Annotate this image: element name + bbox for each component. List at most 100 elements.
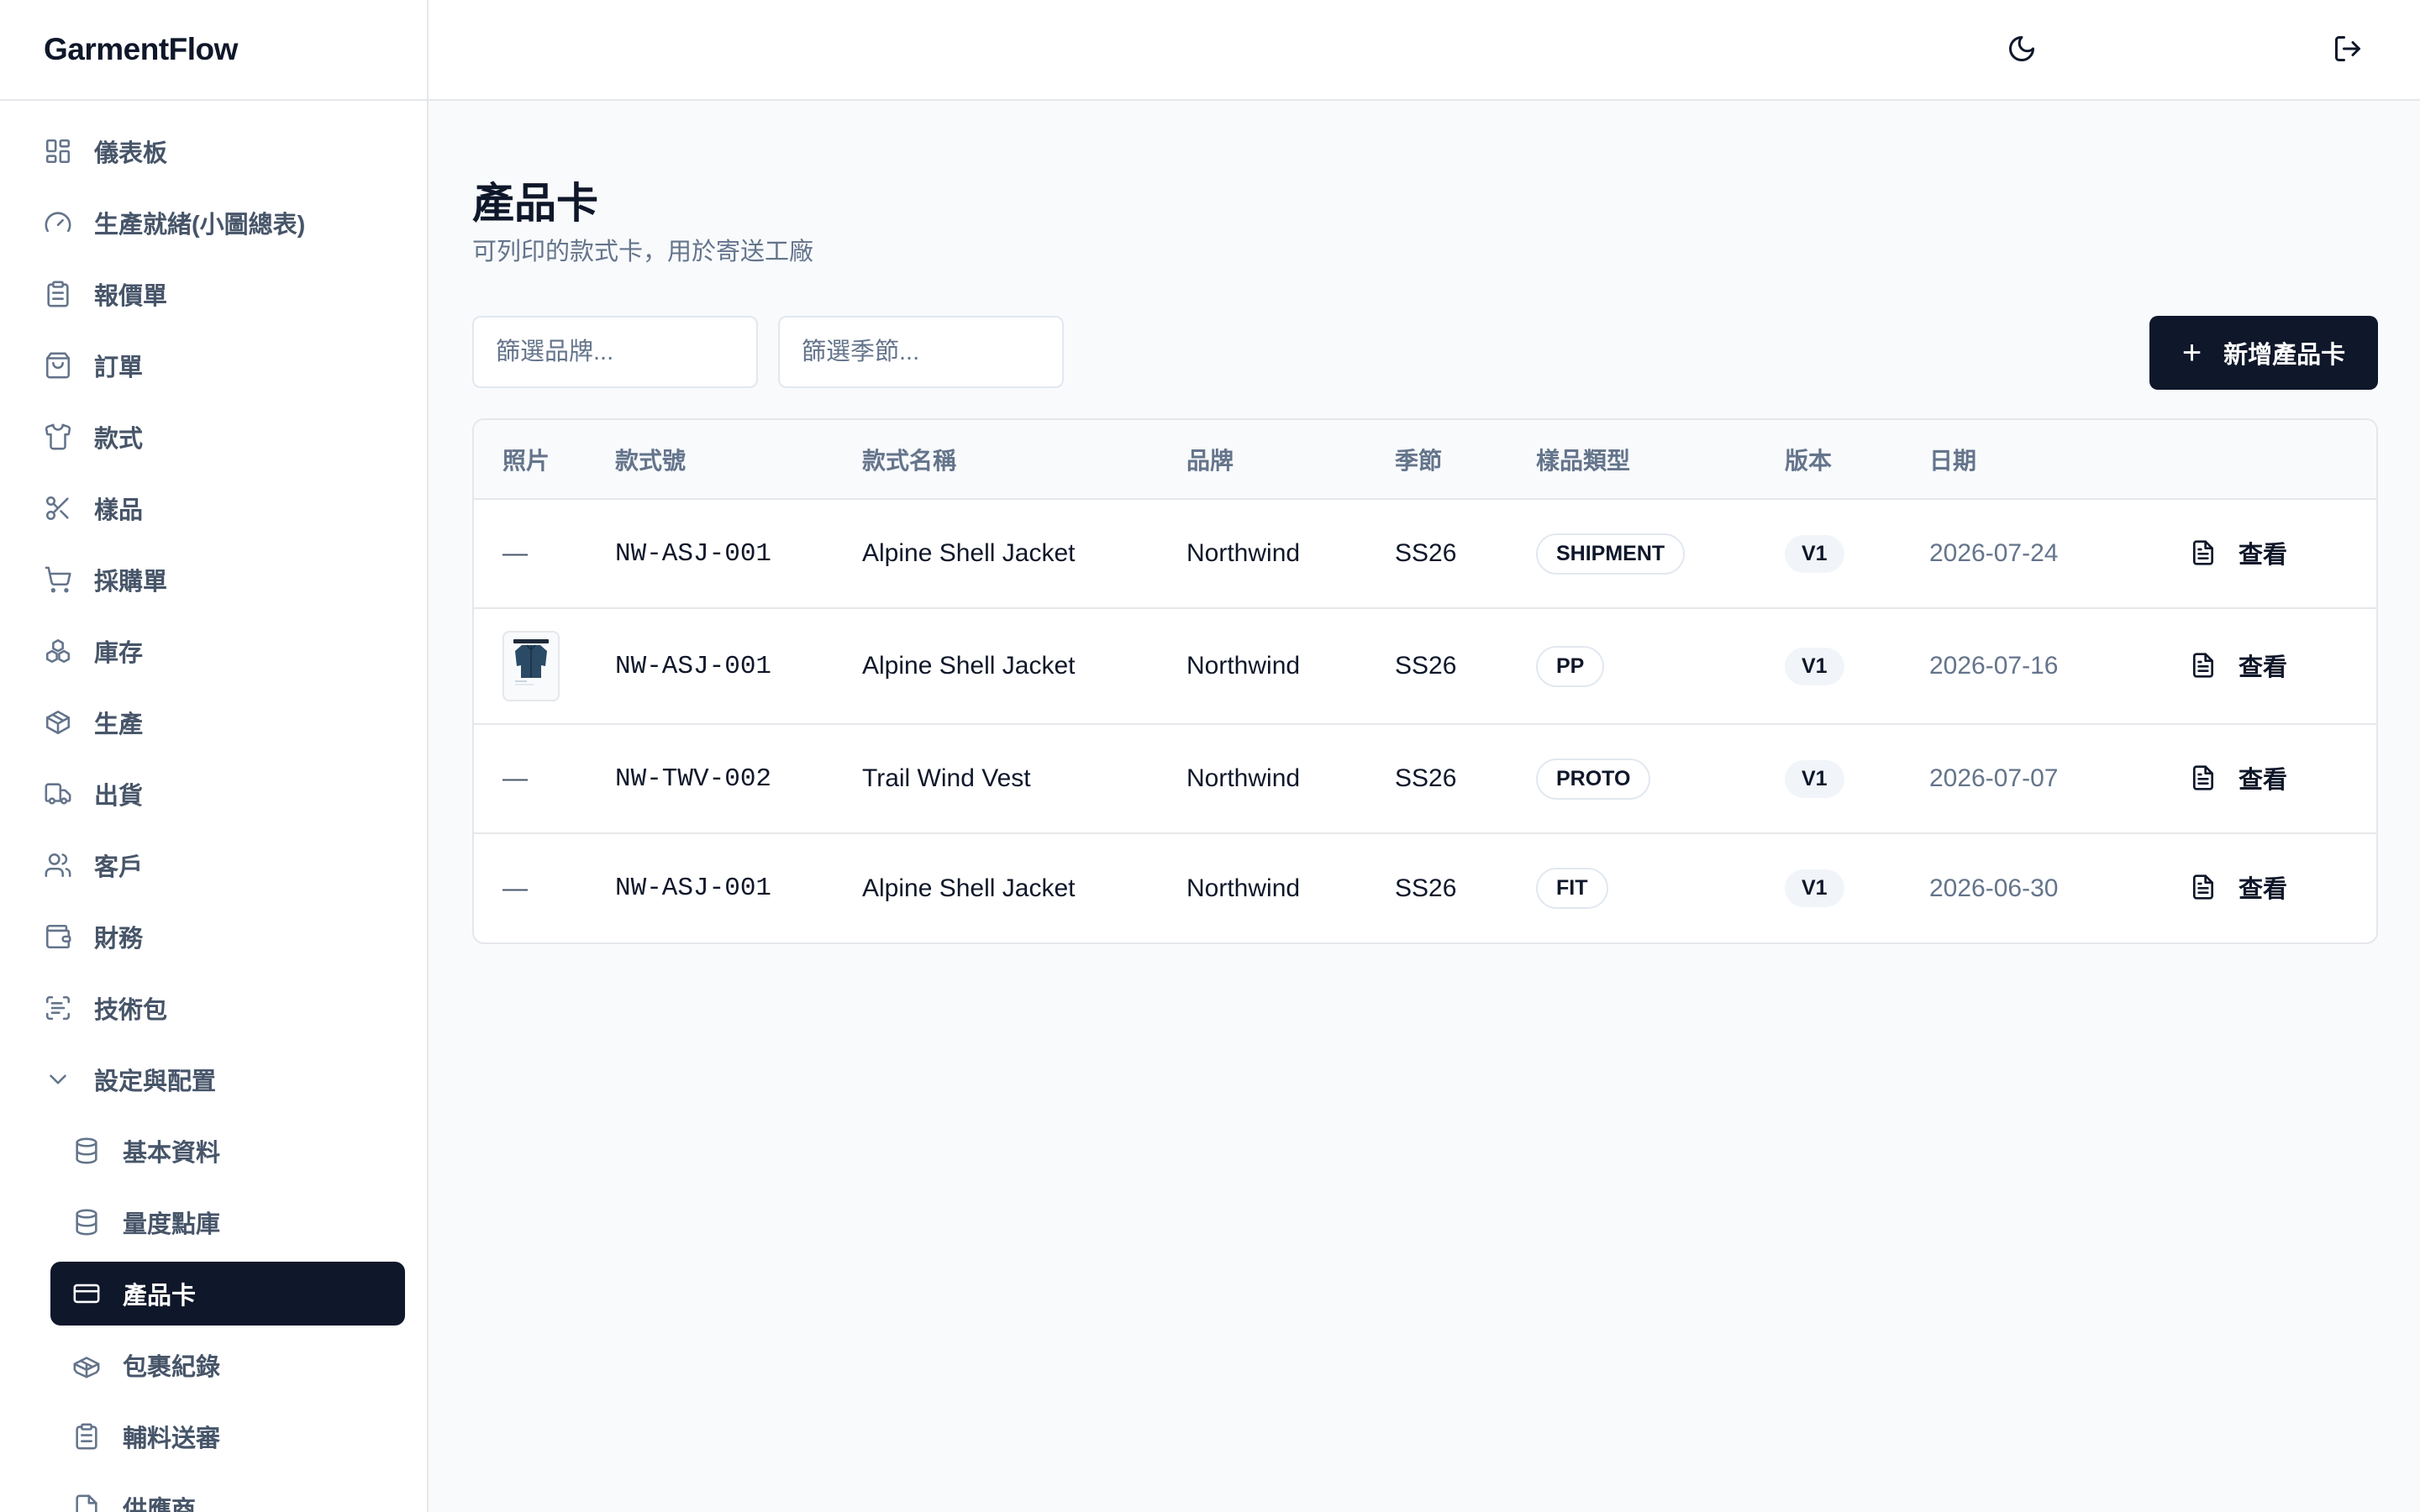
sidebar-item-label: 儀表板 xyxy=(94,140,168,167)
sidebar-item-label: 輔料送審 xyxy=(123,1425,221,1452)
logout-icon xyxy=(2333,34,2363,68)
sidebar-item-label: 客戶 xyxy=(94,854,144,881)
column-header-date[interactable]: 日期 xyxy=(1901,420,2161,500)
sidebar-item-label: 包裹紀錄 xyxy=(123,1354,221,1381)
column-header-season[interactable]: 季節 xyxy=(1366,420,1507,500)
theme-toggle-button[interactable] xyxy=(2002,30,2042,71)
sample-type-badge: PP xyxy=(1536,645,1605,687)
column-header-brand[interactable]: 品牌 xyxy=(1158,420,1366,500)
style-name: Trail Wind Vest xyxy=(834,724,1158,834)
sidebar-item-orders[interactable]: 訂單 xyxy=(22,333,405,397)
column-header-version[interactable]: 版本 xyxy=(1756,420,1901,500)
card-icon xyxy=(72,1279,101,1308)
view-button[interactable]: 查看 xyxy=(2190,869,2287,905)
sidebar-item-label: 技術包 xyxy=(94,997,168,1024)
view-label: 查看 xyxy=(2238,654,2288,681)
brand-name: Northwind xyxy=(1158,724,1366,834)
sidebar-subitem-product-cards[interactable]: 產品卡 xyxy=(50,1262,405,1326)
column-header-style-no[interactable]: 款式號 xyxy=(587,420,834,500)
plus-icon: + xyxy=(2181,334,2202,371)
file-text-icon xyxy=(2193,539,2213,565)
actions-cell: 查看 xyxy=(2161,724,2376,834)
version-badge: V1 xyxy=(1785,869,1844,907)
view-button[interactable]: 查看 xyxy=(2190,535,2287,570)
dashboard-grid-icon xyxy=(44,137,72,165)
view-button[interactable]: 查看 xyxy=(2190,648,2287,683)
season: SS26 xyxy=(1366,608,1507,725)
brand-name: Northwind xyxy=(1186,874,1301,902)
chevron-down-icon xyxy=(44,1065,72,1094)
sidebar-subitem-measurement-library[interactable]: 量度點庫 xyxy=(50,1190,405,1254)
sidebar-item-label: 生產就緒(小圖總表) xyxy=(94,212,306,239)
style-name: Alpine Shell Jacket xyxy=(862,874,1076,902)
version-cell: V1 xyxy=(1756,499,1901,609)
brand-name: Northwind xyxy=(1158,608,1366,725)
sample-type-badge: FIT xyxy=(1536,868,1608,909)
card-date: 2026-07-07 xyxy=(1901,724,2161,834)
sidebar-item-production[interactable]: 生產 xyxy=(22,690,405,754)
sidebar-item-customers[interactable]: 客戶 xyxy=(22,833,405,897)
boxes-icon xyxy=(44,637,72,665)
column-header-style-name[interactable]: 款式名稱 xyxy=(834,420,1158,500)
table-row: — NW-ASJ-001 Alpine Shell Jacket Northwi… xyxy=(474,499,2376,609)
sidebar-item-inventory[interactable]: 庫存 xyxy=(22,619,405,683)
sidebar-subitem-master-data[interactable]: 基本資料 xyxy=(50,1119,405,1183)
sidebar-nav: 儀表板 生產就緒(小圖總表) 報價單 訂單 款式 樣品 採購單 庫存 生產 出貨… xyxy=(0,101,427,1512)
sidebar-item-shipping[interactable]: 出貨 xyxy=(22,762,405,826)
moon-icon xyxy=(2007,34,2037,68)
main-content: 產品卡 可列印的款式卡，用於寄送工廠 + 新增產品卡 照片 款式號 xyxy=(472,101,2378,944)
sidebar-item-purchase-orders[interactable]: 採購單 xyxy=(22,548,405,612)
package-icon xyxy=(44,708,72,737)
database-icon xyxy=(72,1208,101,1236)
column-header-photo: 照片 xyxy=(474,420,587,500)
sidebar-item-production-ready[interactable]: 生產就緒(小圖總表) xyxy=(22,191,405,255)
style-number: NW-TWV-002 xyxy=(587,724,834,834)
logout-button[interactable] xyxy=(2328,30,2368,71)
sidebar-item-finance[interactable]: 財務 xyxy=(22,905,405,969)
sidebar-item-label: 庫存 xyxy=(94,640,144,667)
view-button[interactable]: 查看 xyxy=(2190,760,2287,795)
season-filter-input[interactable] xyxy=(778,316,1064,388)
sidebar-subitem-parcel-records[interactable]: 包裹紀錄 xyxy=(50,1333,405,1397)
style-number: NW-ASJ-001 xyxy=(587,499,834,609)
photo-placeholder: — xyxy=(502,874,528,902)
product-cards-table: 照片 款式號 款式名稱 品牌 季節 樣品類型 版本 日期 — NW-ASJ-00… xyxy=(474,420,2376,942)
sidebar-subitem-suppliers[interactable]: 供應商 xyxy=(50,1476,405,1512)
sidebar-item-styles[interactable]: 款式 xyxy=(22,405,405,469)
column-header-sample-type[interactable]: 樣品類型 xyxy=(1507,420,1756,500)
sidebar-item-quotes[interactable]: 報價單 xyxy=(22,262,405,326)
version-badge: V1 xyxy=(1785,534,1844,573)
sample-type-cell: FIT xyxy=(1507,833,1756,942)
version-cell: V1 xyxy=(1756,833,1901,942)
jacket-image xyxy=(513,639,549,685)
sidebar-item-tech-pack[interactable]: 技術包 xyxy=(22,976,405,1040)
file-text-icon xyxy=(2193,764,2213,790)
sidebar-item-label: 供應商 xyxy=(123,1497,197,1512)
style-number: NW-ASJ-001 xyxy=(587,608,834,725)
table-row: — NW-TWV-002 Trail Wind Vest Northwind S… xyxy=(474,724,2376,834)
sidebar-item-dashboard[interactable]: 儀表板 xyxy=(22,119,405,183)
sample-type-badge: SHIPMENT xyxy=(1536,533,1686,575)
shirt-icon xyxy=(44,423,72,451)
version-cell: V1 xyxy=(1756,724,1901,834)
sidebar-item-samples[interactable]: 樣品 xyxy=(22,476,405,540)
page-subtitle: 可列印的款式卡，用於寄送工廠 xyxy=(472,239,814,265)
card-date: 2026-06-30 xyxy=(1929,874,2059,902)
jacket-thumbnail[interactable] xyxy=(502,631,560,701)
page-title: 產品卡 xyxy=(472,180,598,227)
users-icon xyxy=(44,851,72,879)
brand-name: Northwind xyxy=(1158,499,1366,609)
brand-logo[interactable]: GarmentFlow xyxy=(0,0,427,101)
sidebar-subitem-trim-approval[interactable]: 輔料送審 xyxy=(50,1404,405,1468)
clipboard-icon xyxy=(44,280,72,308)
table-row: NW-ASJ-001 Alpine Shell Jacket Northwind… xyxy=(474,608,2376,725)
file-text-icon xyxy=(2193,652,2213,678)
season: SS26 xyxy=(1366,724,1507,834)
filter-toolbar: + 新增產品卡 xyxy=(472,316,2378,390)
table-header-row: 照片 款式號 款式名稱 品牌 季節 樣品類型 版本 日期 xyxy=(474,420,2376,500)
sidebar-group-settings[interactable]: 設定與配置 xyxy=(22,1047,405,1111)
brand-filter-input[interactable] xyxy=(472,316,758,388)
sample-type-cell: PP xyxy=(1507,608,1756,725)
table-row: — NW-ASJ-001 Alpine Shell Jacket Northwi… xyxy=(474,833,2376,942)
new-product-card-button[interactable]: + 新增產品卡 xyxy=(2149,316,2378,390)
